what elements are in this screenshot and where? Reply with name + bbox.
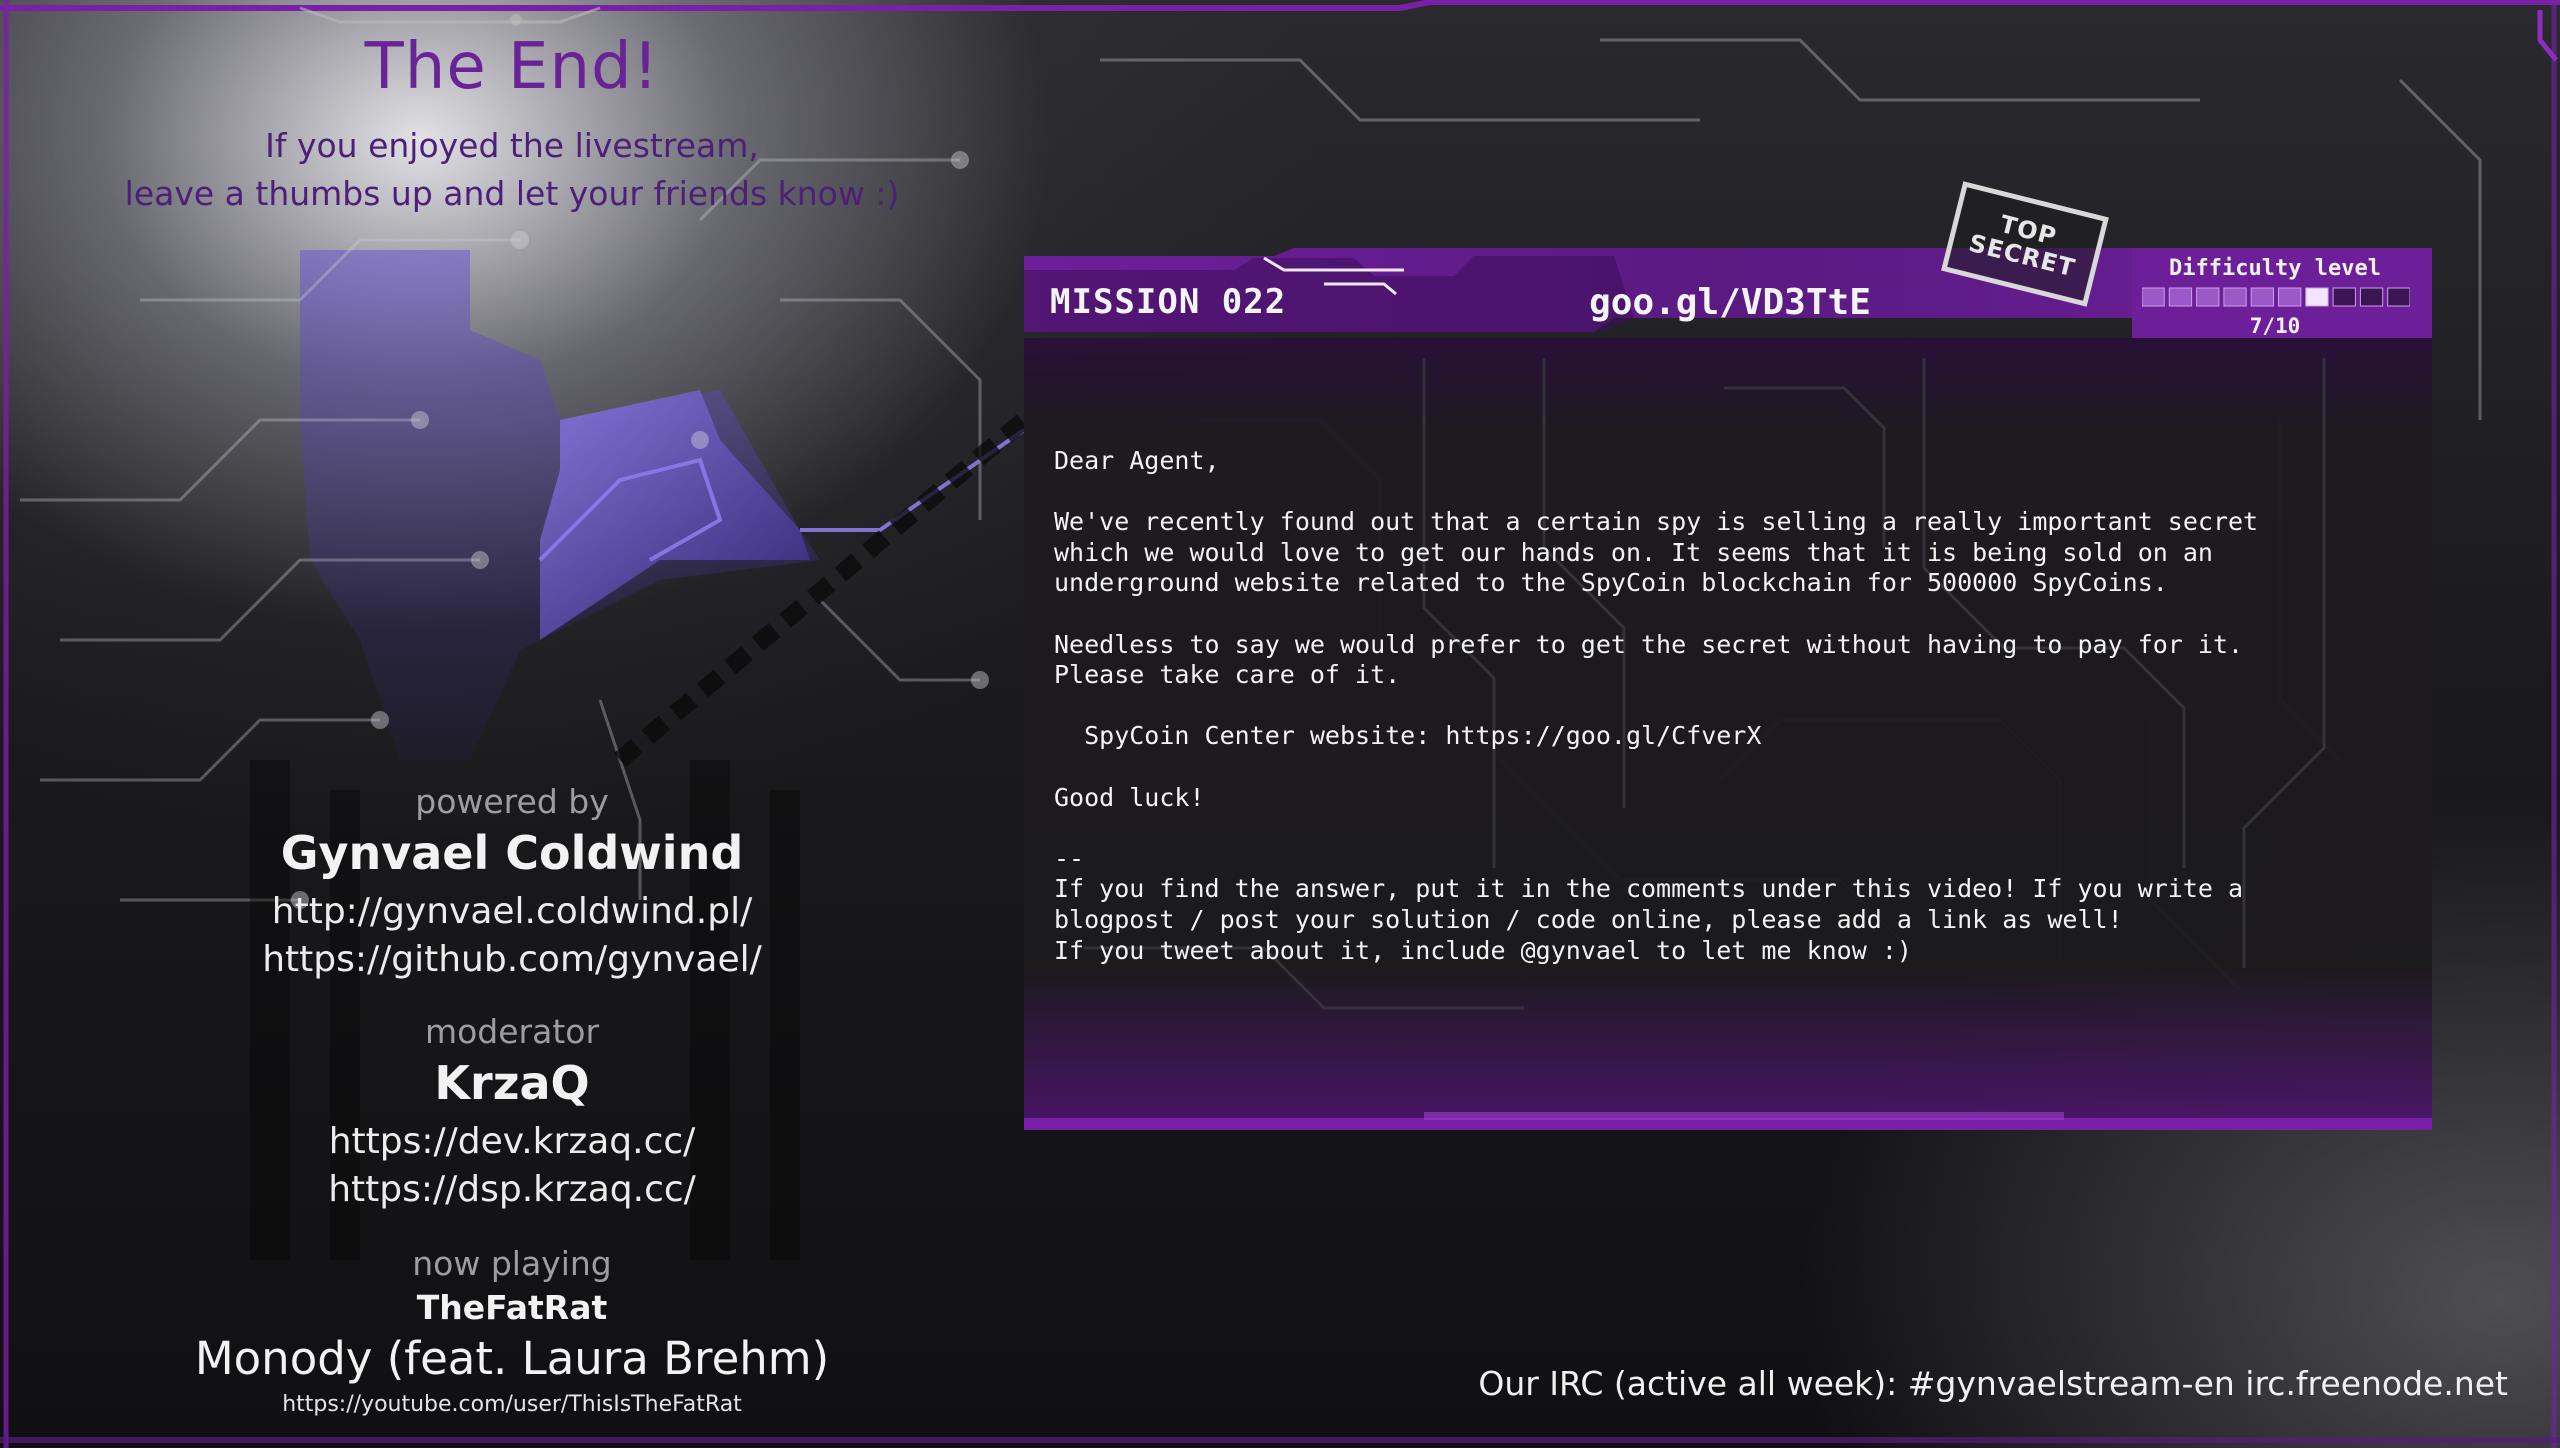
now-playing-artist: TheFatRat <box>416 1288 608 1327</box>
difficulty-segment-filled <box>2196 287 2220 307</box>
message-line: SpyCoin Center website: https://goo.gl/C… <box>1054 721 1762 751</box>
difficulty-segment-filled <box>2278 287 2302 307</box>
moderator-dsp-link[interactable]: https://dsp.krzaq.cc/ <box>0 1166 1024 1214</box>
now-playing-song: Monody (feat. Laura Brehm) <box>194 1332 830 1385</box>
stream-outro-screen: The End! If you enjoyed the livestream, … <box>0 0 2560 1448</box>
powered-by-label: powered by <box>415 782 609 821</box>
host-website-link[interactable]: http://gynvael.coldwind.pl/ <box>0 888 1024 936</box>
difficulty-segment-empty <box>2359 287 2384 307</box>
message-line: -- <box>1054 843 1085 873</box>
artist-youtube-link[interactable]: https://youtube.com/user/ThisIsTheFatRat <box>0 1392 1024 1417</box>
mission-message: Dear Agent, We've recently found out tha… <box>1054 446 2414 966</box>
message-line: Good luck! <box>1054 782 1205 812</box>
end-subtitle-line: leave a thumbs up and let your friends k… <box>124 174 900 213</box>
host-name: Gynvael Coldwind <box>280 826 744 880</box>
moderator-label: moderator <box>424 1012 600 1051</box>
difficulty-segment-filled <box>2250 287 2274 307</box>
difficulty-value: 7/10 <box>2249 314 2301 338</box>
moderator-links: https://dev.krzaq.cc/ https://dsp.krzaq.… <box>0 1118 1024 1214</box>
moderator-dev-link[interactable]: https://dev.krzaq.cc/ <box>0 1118 1024 1166</box>
end-subtitle: If you enjoyed the livestream, leave a t… <box>0 122 1024 218</box>
mission-number: MISSION 022 <box>1050 282 1287 322</box>
message-line: underground website related to the SpyCo… <box>1054 568 2168 598</box>
difficulty-segment-filled <box>2305 287 2329 307</box>
end-title: The End! <box>364 30 660 104</box>
moderator-name: KrzaQ <box>434 1056 590 1110</box>
mission-url[interactable]: goo.gl/VD3TtE <box>1520 282 1940 323</box>
difficulty-segment-empty <box>2387 287 2410 307</box>
difficulty-segment-filled <box>2142 287 2165 307</box>
difficulty-segment-empty <box>2332 287 2356 307</box>
now-playing-label: now playing <box>412 1244 612 1283</box>
message-line: Please take care of it. <box>1054 660 1401 690</box>
difficulty-segment-filled <box>2168 287 2193 307</box>
message-line: We've recently found out that a certain … <box>1054 507 2259 537</box>
end-subtitle-line: If you enjoyed the livestream, <box>265 126 759 165</box>
message-line: If you tweet about it, include @gynvael … <box>1054 935 1912 965</box>
host-links: http://gynvael.coldwind.pl/ https://gith… <box>0 888 1024 984</box>
difficulty-segment-filled <box>2223 287 2247 307</box>
difficulty-label: Difficulty level <box>2169 256 2381 281</box>
message-line: If you find the answer, put it in the co… <box>1054 874 2244 904</box>
host-github-link[interactable]: https://github.com/gynvael/ <box>0 936 1024 984</box>
difficulty-meter <box>2142 287 2410 307</box>
message-line: Needless to say we would prefer to get t… <box>1054 629 2244 659</box>
message-line: blogpost / post your solution / code onl… <box>1054 904 2123 934</box>
message-line: which we would love to get our hands on.… <box>1054 537 2213 567</box>
irc-info: Our IRC (active all week): #gynvaelstrea… <box>1478 1364 2508 1403</box>
message-line: Dear Agent, <box>1054 446 1220 475</box>
